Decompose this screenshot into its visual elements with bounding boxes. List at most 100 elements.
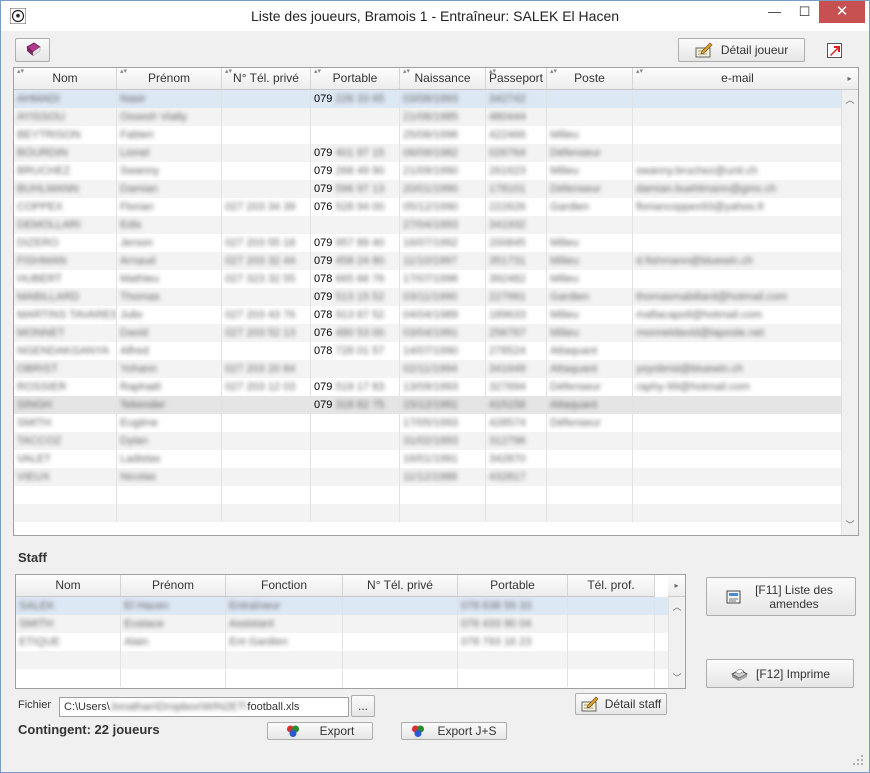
players-col-7[interactable]: ▴▾ e-mail xyxy=(633,68,843,90)
players-cell: 027 203 20 84 xyxy=(222,360,311,378)
minimize-button[interactable]: — xyxy=(761,1,788,23)
players-row[interactable]: ROSSIER Raphaël 027 203 12 03 079 519 17 83… xyxy=(14,378,843,396)
resize-grip[interactable] xyxy=(851,753,865,767)
external-link-icon[interactable] xyxy=(827,43,843,59)
staff-col-5[interactable]: Tél. prof. xyxy=(568,575,655,597)
players-cell: 178101 xyxy=(486,180,547,198)
players-row[interactable]: BEYTRISON Fabien 25/08/1996 422466 Milieu xyxy=(14,126,843,144)
sort-icon: ▴▾ xyxy=(225,68,233,75)
players-row[interactable]: NGENDAKGANYA Alfred 078 728 01 57 14/07/199… xyxy=(14,342,843,360)
players-row[interactable]: BOURDIN Lionel 079 401 97 15 06/09/1982 0267… xyxy=(14,144,843,162)
export-button[interactable]: Export xyxy=(267,722,373,740)
staff-row[interactable]: SMITH Eustace Assistant 076 433 90 04 xyxy=(16,615,670,633)
players-cell-text: 027 323 32 55 xyxy=(225,273,296,285)
players-col-6[interactable]: ▴▾ Poste xyxy=(547,68,633,90)
title-bar[interactable]: Liste des joueurs, Bramois 1 - Entraîneu… xyxy=(1,1,869,31)
phone-prefix: 079 xyxy=(314,399,336,411)
players-cell: 027 203 43 76 xyxy=(222,306,311,324)
sort-icon: ▴▾ xyxy=(403,68,411,75)
book-button[interactable] xyxy=(15,38,50,62)
players-row[interactable]: VIEUX Nicolas 11/12/1988 432817 xyxy=(14,468,843,486)
players-row[interactable]: MABILLARD Thomas 079 513 15 52 03/11/1990 22… xyxy=(14,288,843,306)
staff-scroll-up-arrow[interactable]: ︿ xyxy=(669,599,685,615)
players-cell: 428574 xyxy=(486,414,547,432)
staff-col-2[interactable]: Fonction xyxy=(226,575,343,597)
staff-grid[interactable]: Nom Prénom Fonction N° Tél. privé Portable Té… xyxy=(15,574,686,689)
staff-cell-text: Eustace xyxy=(124,618,164,630)
players-row[interactable]: AHMADI Nasir 079 226 33 65 03/08/1993 342742 xyxy=(14,90,843,108)
players-row[interactable] xyxy=(14,486,843,504)
players-grid[interactable]: ▴▾ Nom ▴▾ Prénom ▴▾ N° Tél. privé ▴▾ Portable ▴▾… xyxy=(13,67,859,536)
players-cell-text: 027 203 32 44 xyxy=(225,255,296,267)
players-row[interactable]: SMITH Eugène 17/05/1993 428574 Défenseur xyxy=(14,414,843,432)
staff-cell xyxy=(343,651,458,669)
staff-col-4[interactable]: Portable xyxy=(458,575,568,597)
players-cell-text: NGENDAKGANYA xyxy=(17,345,110,357)
imprime-button[interactable]: [F12] Imprime xyxy=(706,659,854,688)
players-row[interactable]: BRUCHEZ Swanny 079 268 49 90 21/09/1990 2616… xyxy=(14,162,843,180)
players-cell-text: Jerson xyxy=(120,237,154,249)
players-vertical-scrollbar[interactable]: ︿ ﹀ xyxy=(841,90,858,535)
players-cell xyxy=(14,486,117,504)
players-cell: 21/08/1985 xyxy=(400,108,486,126)
phone-prefix: 079 xyxy=(314,237,336,249)
players-col-5[interactable]: ▴▾ Passeport xyxy=(486,68,547,90)
scroll-up-arrow[interactable]: ︿ xyxy=(842,92,858,108)
players-cell xyxy=(222,90,311,108)
players-cell-text: MONNET xyxy=(17,327,65,339)
export-js-button[interactable]: Export J+S xyxy=(401,722,507,740)
players-cell xyxy=(633,432,843,450)
scroll-right-arrow[interactable]: ▸ xyxy=(841,68,858,90)
players-row[interactable]: TACCOZ Dylan 31/02/1993 312796 xyxy=(14,432,843,450)
players-row[interactable]: MARTINS TAVARES Julio 027 203 43 76 078 913… xyxy=(14,306,843,324)
players-row[interactable] xyxy=(14,504,843,522)
staff-row[interactable]: ETIQUE Alain Ent Gardien 078 793 16 23 xyxy=(16,633,670,651)
maximize-button[interactable]: ☐ xyxy=(791,1,818,23)
staff-row[interactable] xyxy=(16,651,670,669)
players-row[interactable]: DEMOLLARI Edis 27/04/1993 341932 xyxy=(14,216,843,234)
staff-vertical-scrollbar[interactable]: ︿ ﹀ xyxy=(668,597,685,688)
staff-col-0[interactable]: Nom xyxy=(16,575,121,597)
players-row[interactable]: SINGH Tekender 079 318 82 75 15/12/1991 4151… xyxy=(14,396,843,414)
players-row[interactable]: MONNET David 027 203 52 13 076 480 53 00 03/… xyxy=(14,324,843,342)
players-row[interactable]: DIZERO Jerson 027 203 55 18 079 957 89 40 16… xyxy=(14,234,843,252)
staff-row[interactable]: SALEK El Hacen Entraîneur 078 638 59 33 xyxy=(16,597,670,615)
scroll-down-arrow[interactable]: ﹀ xyxy=(842,517,858,533)
detail-staff-button[interactable]: Détail staff xyxy=(575,693,667,715)
players-col-0[interactable]: ▴▾ Nom xyxy=(14,68,117,90)
players-cell: 256767 xyxy=(486,324,547,342)
players-row[interactable]: AYISSOU Ossesh Vialty 21/08/1985 480444 xyxy=(14,108,843,126)
players-col-3[interactable]: ▴▾ Portable xyxy=(311,68,400,90)
players-cell-text: 027 203 52 13 xyxy=(225,327,296,339)
file-path-field[interactable]: C:\Users\Jonathan\Dropbox\WIN2ET\footbal… xyxy=(59,697,349,717)
players-cell-text: 342742 xyxy=(489,93,526,105)
players-col-2[interactable]: ▴▾ N° Tél. privé xyxy=(222,68,311,90)
phone-digits: 728 01 57 xyxy=(335,345,385,357)
players-row[interactable]: COPPEX Florian 027 203 34 39 076 528 94 00 0… xyxy=(14,198,843,216)
staff-col-3[interactable]: N° Tél. privé xyxy=(343,575,458,597)
players-row[interactable]: OBRIST Yohann 027 203 20 84 02/11/1994 34164… xyxy=(14,360,843,378)
players-cell-text: Edis xyxy=(120,219,142,231)
players-col-4[interactable]: ▴▾ Naissance xyxy=(400,68,486,90)
players-cell: 079 226 33 65 xyxy=(311,90,400,108)
players-row[interactable]: FISHMAN Arnaud 027 203 32 44 079 458 24 80 1… xyxy=(14,252,843,270)
players-col-1[interactable]: ▴▾ Prénom xyxy=(117,68,222,90)
players-cell: Gardien xyxy=(547,288,633,306)
staff-col-1[interactable]: Prénom xyxy=(121,575,226,597)
players-row[interactable]: HUBERT Mathieu 027 323 32 55 078 665 66 76 1… xyxy=(14,270,843,288)
detail-staff-label: Détail staff xyxy=(604,697,662,711)
sort-icon: ▴▾ xyxy=(17,68,25,75)
players-cell: 342870 xyxy=(486,450,547,468)
players-row[interactable]: BUHLMANN Damian 079 596 97 13 20/01/1990 178… xyxy=(14,180,843,198)
close-button[interactable]: ✕ xyxy=(819,1,865,23)
staff-scroll-down-arrow[interactable]: ﹀ xyxy=(669,670,685,686)
players-cell-text: 178101 xyxy=(489,183,526,195)
browse-button[interactable]: ... xyxy=(351,695,375,717)
players-cell-text: 21/08/1985 xyxy=(403,111,459,123)
staff-row[interactable] xyxy=(16,669,670,687)
detail-joueur-button[interactable]: Détail joueur xyxy=(678,38,805,62)
players-cell xyxy=(633,108,843,126)
players-row[interactable]: VALET Ladislas 16/01/1991 342870 xyxy=(14,450,843,468)
staff-scroll-right-arrow[interactable]: ▸ xyxy=(668,575,685,597)
amendes-button[interactable]: [F11] Liste des amendes xyxy=(706,577,856,616)
